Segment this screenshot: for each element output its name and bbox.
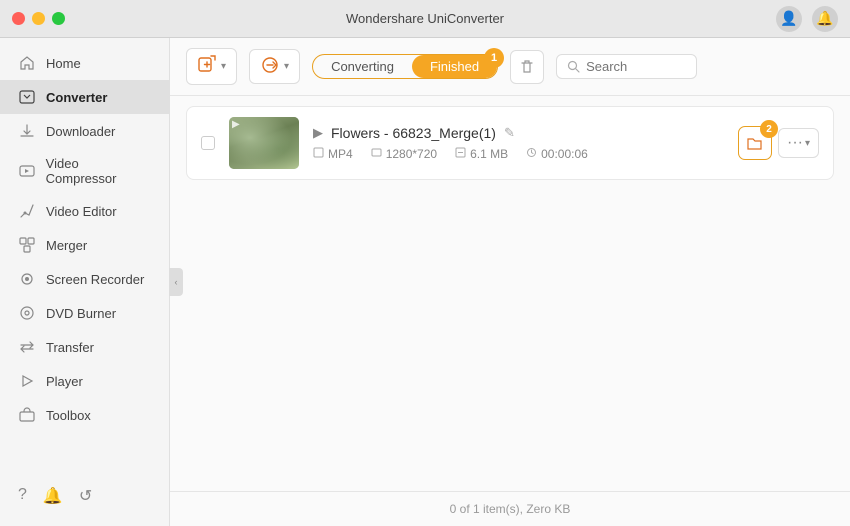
sidebar-label-transfer: Transfer [46,340,94,355]
more-options-button[interactable]: ··· ▾ [778,128,819,158]
sidebar-item-screen-recorder[interactable]: Screen Recorder [0,262,169,296]
edit-icon[interactable]: ✎ [504,125,515,141]
file-resolution: 1280*720 [386,147,437,161]
open-folder-button[interactable]: 2 [738,126,772,160]
sidebar-label-dvd-burner: DVD Burner [46,306,116,321]
format-icon [313,147,324,161]
search-icon [567,60,580,73]
file-meta: MP4 1280*720 6.1 MB [313,147,724,161]
sidebar: Home Converter Downloader [0,38,170,526]
screen-recorder-icon [18,270,36,288]
transfer-icon [18,338,36,356]
file-info: ▶ Flowers - 66823_Merge(1) ✎ MP4 [313,125,724,161]
file-thumbnail: ▶ [229,117,299,169]
home-icon [18,54,36,72]
player-icon [18,372,36,390]
sidebar-item-transfer[interactable]: Transfer [0,330,169,364]
file-actions: 2 ··· ▾ [738,126,819,160]
status-text: 0 of 1 item(s), Zero KB [450,502,571,516]
app-body: Home Converter Downloader [0,38,850,526]
meta-duration: 00:00:06 [526,147,588,161]
file-list: ▶ ▶ Flowers - 66823_Merge(1) ✎ [170,96,850,491]
status-bar: 0 of 1 item(s), Zero KB [170,491,850,526]
sidebar-label-screen-recorder: Screen Recorder [46,272,144,287]
tab-converting[interactable]: Converting [313,55,412,78]
sidebar-item-converter[interactable]: Converter [0,80,169,114]
file-duration: 00:00:06 [541,147,588,161]
table-row: ▶ ▶ Flowers - 66823_Merge(1) ✎ [186,106,834,180]
folder-icon [746,135,763,152]
add-file-wrapper: ▾ [186,48,237,85]
sidebar-label-home: Home [46,56,81,71]
title-bar: Wondershare UniConverter 👤 🔔 [0,0,850,38]
converter-icon [18,88,36,106]
traffic-lights [12,12,65,25]
file-size: 6.1 MB [470,147,508,161]
tab-group: Converting Finished [312,54,498,79]
convert-wrapper: ▾ [249,49,300,84]
sidebar-item-dvd-burner[interactable]: DVD Burner [0,296,169,330]
help-icon[interactable]: ? [18,486,27,506]
sidebar-item-player[interactable]: Player [0,364,169,398]
refresh-icon[interactable]: ↺ [79,486,92,506]
alerts-icon[interactable]: 🔔 [43,486,63,506]
delete-button[interactable] [510,50,544,84]
video-type-icon: ▶ [313,125,323,141]
close-button[interactable] [12,12,25,25]
sidebar-collapse-button[interactable]: ‹ [169,268,183,296]
sidebar-bottom: ? 🔔 ↺ [0,474,169,518]
search-box [556,54,697,79]
convert-button[interactable]: ▾ [249,49,300,84]
sidebar-label-player: Player [46,374,83,389]
search-input[interactable] [586,59,686,74]
app-title: Wondershare UniConverter [346,11,504,26]
file-name-row: ▶ Flowers - 66823_Merge(1) ✎ [313,125,724,141]
sidebar-label-converter: Converter [46,90,107,105]
meta-size: 6.1 MB [455,147,508,161]
sidebar-label-toolbox: Toolbox [46,408,91,423]
more-icon: ··· [787,134,803,152]
collapse-chevron-icon: ‹ [175,277,178,287]
action-badge: 2 [760,120,778,138]
minimize-button[interactable] [32,12,45,25]
add-file-icon [197,54,217,79]
file-format: MP4 [328,147,353,161]
tab-badge: 1 [484,48,504,68]
duration-icon [526,147,537,161]
file-name: Flowers - 66823_Merge(1) [331,125,496,141]
sidebar-label-downloader: Downloader [46,124,115,139]
sidebar-label-video-compressor: Video Compressor [46,156,151,186]
dvd-burner-icon [18,304,36,322]
tab-group-wrapper: Converting Finished 1 [312,54,498,79]
convert-icon [260,55,280,78]
sidebar-item-video-editor[interactable]: Video Editor [0,194,169,228]
main-content: ▾ ▾ Converting [170,38,850,526]
sidebar-item-merger[interactable]: Merger [0,228,169,262]
user-icon[interactable]: 👤 [776,6,802,32]
dropdown-chevron: ▾ [221,61,226,72]
size-icon [455,147,466,161]
video-compressor-icon [18,162,36,180]
convert-dropdown-chevron: ▾ [284,61,289,72]
meta-format: MP4 [313,147,353,161]
toolbox-icon [18,406,36,424]
downloader-icon [18,122,36,140]
add-file-button[interactable]: ▾ [186,48,237,85]
sidebar-label-video-editor: Video Editor [46,204,117,219]
meta-resolution: 1280*720 [371,147,437,161]
sidebar-item-toolbox[interactable]: Toolbox [0,398,169,432]
video-editor-icon [18,202,36,220]
file-checkbox[interactable] [201,136,215,150]
merger-icon [18,236,36,254]
sidebar-item-downloader[interactable]: Downloader [0,114,169,148]
sidebar-item-home[interactable]: Home [0,46,169,80]
more-chevron: ▾ [805,138,810,149]
title-bar-icons: 👤 🔔 [776,6,838,32]
resolution-icon [371,147,382,161]
sidebar-label-merger: Merger [46,238,87,253]
maximize-button[interactable] [52,12,65,25]
sidebar-item-video-compressor[interactable]: Video Compressor [0,148,169,194]
notification-icon[interactable]: 🔔 [812,6,838,32]
toolbar: ▾ ▾ Converting [170,38,850,96]
